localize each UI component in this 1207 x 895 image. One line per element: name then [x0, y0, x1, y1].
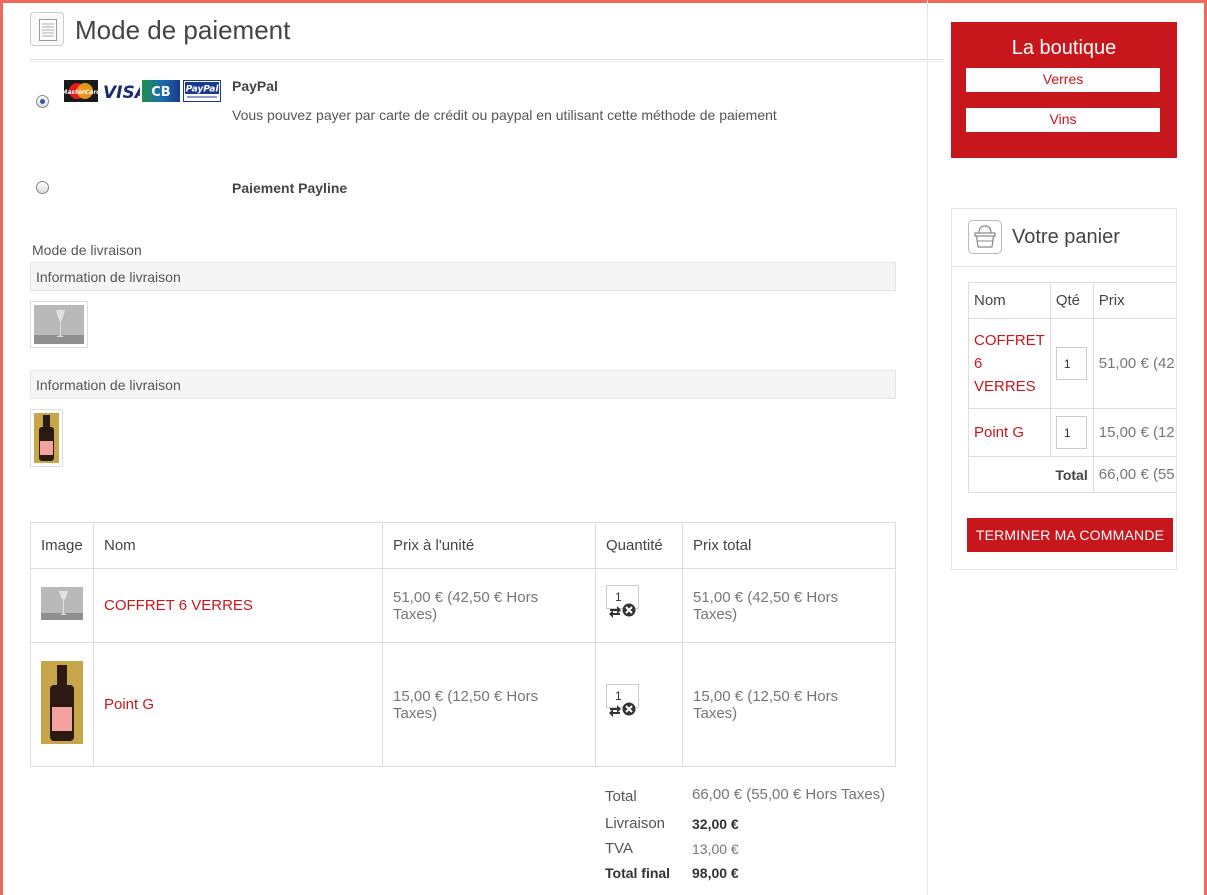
- mini-product-name-cell: COFFRET 6 VERRES: [968, 318, 1051, 409]
- quantity-actions: [608, 603, 636, 623]
- mini-col-name-header: Nom: [968, 282, 1051, 319]
- product-thumbnail-wine: [30, 409, 63, 467]
- svg-text:PayPal: PayPal: [186, 85, 220, 95]
- svg-text:MasterCard: MasterCard: [64, 89, 98, 96]
- quantity-actions: [608, 702, 636, 722]
- cart-widget-header: Votre panier: [952, 209, 1176, 267]
- cart-widget: Votre panier Nom Qté Prix COFFRET 6 VERR…: [951, 208, 1177, 570]
- final-total-label: Total final: [605, 865, 671, 881]
- checkout-button[interactable]: TERMINER MA COMMANDE: [967, 518, 1173, 552]
- col-image-header: Image: [30, 522, 94, 569]
- mini-cart-header-row: Nom Qté Prix: [968, 282, 1176, 319]
- delivery-info-bar: Information de livraison: [30, 370, 896, 399]
- page-title: Mode de paiement: [75, 15, 291, 45]
- product-name-link[interactable]: Point G: [104, 696, 154, 713]
- list-icon: [30, 12, 64, 46]
- basket-icon: [968, 220, 1002, 254]
- boutique-item-vins[interactable]: Vins: [966, 108, 1160, 132]
- paypal-icon: PayPal: [183, 80, 221, 102]
- product-image-cell: [30, 568, 94, 643]
- qty-action-icons: [609, 702, 636, 717]
- livraison-label: Livraison: [605, 815, 666, 832]
- mini-product-name-link[interactable]: Point G: [974, 424, 1024, 441]
- payment-option-payline[interactable]: Paiement Payline: [30, 180, 910, 204]
- mini-quantity-input[interactable]: 1: [1055, 347, 1087, 380]
- col-total-price-header: Prix total: [682, 522, 896, 569]
- delivery-mode-label: Mode de livraison: [32, 242, 142, 258]
- boutique-item-verres[interactable]: Verres: [966, 68, 1160, 92]
- tva-label: TVA: [605, 840, 634, 857]
- cart-widget-title: Votre panier: [1012, 226, 1120, 248]
- page-header: Mode de paiement: [30, 12, 944, 62]
- mini-total-row: Total 66,00 € (55,00 € Hors Taxes): [968, 456, 1176, 493]
- total-value: 66,00 € (55,00 € Hors Taxes): [692, 786, 886, 803]
- sidebar-divider: [927, 0, 928, 895]
- total-price-cell: 51,00 € (42,50 € Hors Taxes): [682, 568, 896, 643]
- col-unit-price-header: Prix à l'unité: [382, 522, 596, 569]
- visa-icon: VISA: [103, 83, 140, 102]
- wine-bottle-image: [34, 413, 59, 463]
- cart-table-header-row: Image Nom Prix à l'unité Quantité Prix t…: [30, 522, 896, 569]
- boutique-panel: La boutique Verres Vins: [951, 22, 1177, 158]
- mini-price-cell: 51,00 € (42,50 € Hors Taxes): [1092, 318, 1176, 409]
- refresh-icon[interactable]: [609, 705, 621, 717]
- wine-bottle-image[interactable]: [41, 661, 83, 744]
- total-label: Total: [605, 788, 637, 805]
- final-total-value: 98,00 €: [692, 865, 739, 881]
- mini-product-name-link[interactable]: COFFRET 6 VERRES: [974, 329, 1045, 398]
- payline-radio[interactable]: [36, 181, 49, 194]
- product-image-cell: [30, 642, 94, 767]
- payment-option-paypal[interactable]: MasterCard VISA CB PayPal PayPal Vous po…: [30, 78, 910, 138]
- quantity-cell: 1: [595, 568, 683, 643]
- col-quantity-header: Quantité: [595, 522, 683, 569]
- payment-method-name: Paiement Payline: [232, 180, 348, 196]
- mini-col-qty-header: Qté: [1049, 282, 1094, 319]
- refresh-icon[interactable]: [609, 606, 621, 618]
- glasses-image: [34, 305, 84, 344]
- mini-total-value: 66,00 € (55,00 € Hors Taxes): [1092, 456, 1176, 493]
- paypal-radio[interactable]: [36, 95, 49, 108]
- livraison-value: 32,00 €: [692, 816, 739, 832]
- mini-qty-cell: 1: [1049, 318, 1094, 409]
- product-name-link[interactable]: COFFRET 6 VERRES: [104, 597, 253, 614]
- remove-icon[interactable]: [622, 702, 636, 716]
- cart-table: Image Nom Prix à l'unité Quantité Prix t…: [30, 522, 896, 767]
- table-row: COFFRET 6 VERRES 1 51,00 € (42,50 € Hors…: [968, 318, 1176, 409]
- col-name-header: Nom: [93, 522, 383, 569]
- qty-action-icons: [609, 603, 636, 618]
- mini-quantity-input[interactable]: 1: [1055, 416, 1087, 449]
- mini-qty-cell: 1: [1049, 408, 1094, 457]
- mini-price-cell: 15,00 € (12,50 € Hors Taxes): [1092, 408, 1176, 457]
- remove-icon[interactable]: [622, 603, 636, 617]
- product-thumbnail-glasses: [30, 301, 88, 348]
- mini-total-label: Total: [1050, 456, 1094, 493]
- mini-product-name-line: COFFRET: [974, 332, 1045, 349]
- table-row: Point G 15,00 € (12,50 € Hors Taxes) 1 1…: [30, 642, 896, 767]
- mini-product-name-line: 6: [974, 355, 983, 372]
- cb-icon: CB: [142, 80, 180, 102]
- table-row: Point G 1 15,00 € (12,50 € Hors Taxes): [968, 408, 1176, 457]
- svg-text:CB: CB: [151, 85, 170, 100]
- boutique-title: La boutique: [1011, 37, 1117, 59]
- unit-price-cell: 15,00 € (12,50 € Hors Taxes): [382, 642, 596, 767]
- payment-method-name: PayPal: [232, 78, 278, 94]
- payment-method-description: Vous pouvez payer par carte de crédit ou…: [232, 107, 777, 123]
- delivery-info-bar: Information de livraison: [30, 262, 896, 291]
- table-row: COFFRET 6 VERRES 51,00 € (42,50 € Hors T…: [30, 568, 896, 643]
- mini-col-price-header: Prix: [1092, 282, 1176, 319]
- total-price-cell: 15,00 € (12,50 € Hors Taxes): [682, 642, 896, 767]
- quantity-cell: 1: [595, 642, 683, 767]
- mastercard-icon: MasterCard: [64, 80, 98, 102]
- mini-total-spacer: [968, 456, 1051, 493]
- unit-price-cell: 51,00 € (42,50 € Hors Taxes): [382, 568, 596, 643]
- mini-cart-table: Nom Qté Prix COFFRET 6 VERRES 1 51,00 € …: [968, 282, 1176, 493]
- mini-product-name-line: VERRES: [974, 378, 1036, 395]
- tva-value: 13,00 €: [692, 841, 739, 857]
- glasses-image[interactable]: [41, 587, 83, 620]
- svg-text:VISA: VISA: [103, 83, 140, 102]
